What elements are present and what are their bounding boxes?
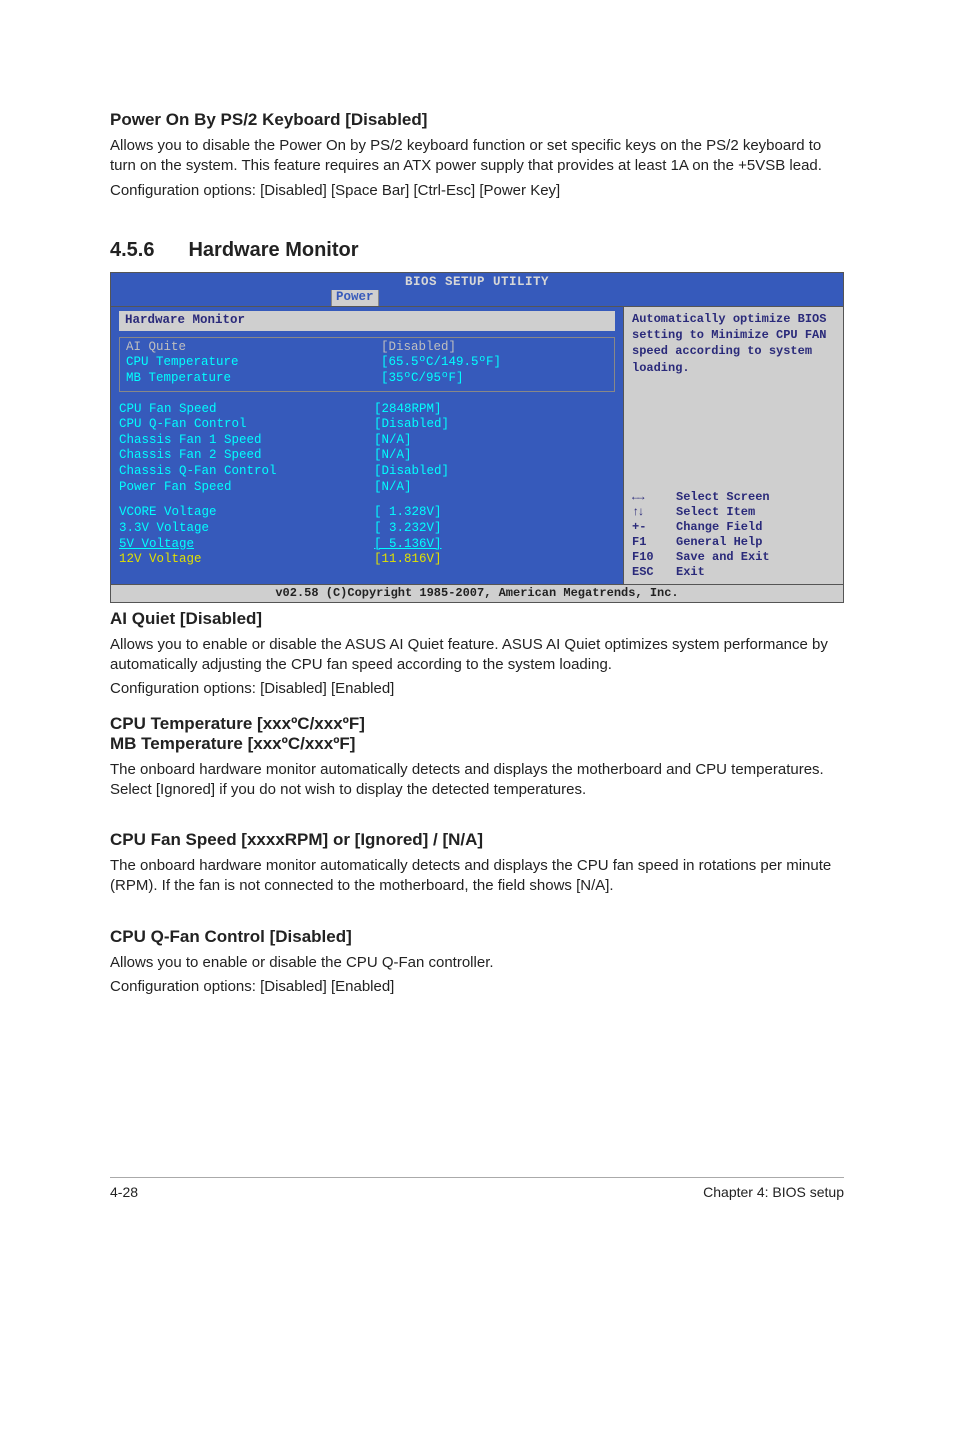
key-left-right-icon: ←→ bbox=[632, 490, 676, 505]
nav-text: Change Field bbox=[676, 520, 762, 535]
selected-options-box: AI Quite[Disabled] CPU Temperature[65.5º… bbox=[119, 337, 615, 392]
section-heading: CPU Fan Speed [xxxxRPM] or [Ignored] / [… bbox=[110, 830, 844, 850]
help-text: Automatically optimize BIOS setting to M… bbox=[632, 311, 835, 376]
opt-value[interactable]: [Disabled] bbox=[374, 417, 449, 433]
opt-value[interactable]: [N/A] bbox=[374, 480, 412, 496]
body-text: The onboard hardware monitor automatical… bbox=[110, 760, 844, 801]
numbered-heading: 4.5.6 Hardware Monitor bbox=[110, 239, 844, 262]
opt-label[interactable]: Chassis Fan 2 Speed bbox=[119, 448, 374, 464]
nav-hints: ←→Select Screen ↑↓Select Item +-Change F… bbox=[632, 490, 835, 580]
body-text: The onboard hardware monitor automatical… bbox=[110, 856, 844, 897]
opt-label[interactable]: MB Temperature bbox=[126, 371, 381, 387]
key-f10: F10 bbox=[632, 550, 676, 565]
nav-text: Exit bbox=[676, 565, 705, 580]
opt-label[interactable]: Chassis Q-Fan Control bbox=[119, 464, 374, 480]
body-text: Configuration options: [Disabled] [Enabl… bbox=[110, 977, 844, 997]
opt-value[interactable]: [N/A] bbox=[374, 448, 412, 464]
section-heading: CPU Q-Fan Control [Disabled] bbox=[110, 927, 844, 947]
section-heading: Power On By PS/2 Keyboard [Disabled] bbox=[110, 110, 844, 130]
opt-value[interactable]: [11.816V] bbox=[374, 552, 442, 568]
body-text: Configuration options: [Disabled] [Enabl… bbox=[110, 679, 844, 699]
section-heading: MB Temperature [xxxºC/xxxºF] bbox=[110, 734, 844, 754]
opt-label[interactable]: 5V Voltage bbox=[119, 537, 374, 553]
page-number: 4-28 bbox=[110, 1184, 138, 1200]
section-heading: AI Quiet [Disabled] bbox=[110, 609, 844, 629]
opt-value[interactable]: [2848RPM] bbox=[374, 402, 442, 418]
nav-text: Select Item bbox=[676, 505, 755, 520]
key-esc: ESC bbox=[632, 565, 676, 580]
opt-value[interactable]: [ 1.328V] bbox=[374, 505, 442, 521]
tab-power[interactable]: Power bbox=[331, 290, 379, 306]
body-text: Configuration options: [Disabled] [Space… bbox=[110, 181, 844, 201]
opt-label[interactable]: CPU Q-Fan Control bbox=[119, 417, 374, 433]
opt-label[interactable]: CPU Fan Speed bbox=[119, 402, 374, 418]
opt-label[interactable]: Power Fan Speed bbox=[119, 480, 374, 496]
opt-value[interactable]: [ 3.232V] bbox=[374, 521, 442, 537]
opt-label[interactable]: Chassis Fan 1 Speed bbox=[119, 433, 374, 449]
body-text: Allows you to disable the Power On by PS… bbox=[110, 136, 844, 177]
page-footer: 4-28 Chapter 4: BIOS setup bbox=[110, 1177, 844, 1200]
opt-label[interactable]: AI Quite bbox=[126, 340, 381, 356]
opt-value[interactable]: [35ºC/95ºF] bbox=[381, 371, 464, 387]
body-text: Allows you to enable or disable the CPU … bbox=[110, 953, 844, 973]
nav-text: General Help bbox=[676, 535, 762, 550]
key-plus-minus-icon: +- bbox=[632, 520, 676, 535]
bios-title: BIOS SETUP UTILITY bbox=[111, 273, 843, 291]
opt-value[interactable]: [65.5ºC/149.5ºF] bbox=[381, 355, 501, 371]
opt-value[interactable]: [ 5.136V] bbox=[374, 537, 442, 553]
body-text: Allows you to enable or disable the ASUS… bbox=[110, 635, 844, 676]
nav-text: Select Screen bbox=[676, 490, 770, 505]
opt-value[interactable]: [Disabled] bbox=[374, 464, 449, 480]
key-f1: F1 bbox=[632, 535, 676, 550]
opt-label[interactable]: VCORE Voltage bbox=[119, 505, 374, 521]
chapter-label: Chapter 4: BIOS setup bbox=[703, 1184, 844, 1200]
bios-footer: v02.58 (C)Copyright 1985-2007, American … bbox=[110, 585, 844, 603]
opt-label[interactable]: 12V Voltage bbox=[119, 552, 374, 568]
nav-text: Save and Exit bbox=[676, 550, 770, 565]
heading-number: 4.5.6 bbox=[110, 239, 154, 262]
section-heading: CPU Temperature [xxxºC/xxxºF] bbox=[110, 714, 844, 734]
key-up-down-icon: ↑↓ bbox=[632, 505, 676, 520]
opt-label[interactable]: CPU Temperature bbox=[126, 355, 381, 371]
opt-value[interactable]: [N/A] bbox=[374, 433, 412, 449]
bios-setup-utility: BIOS SETUP UTILITY Power Hardware Monito… bbox=[110, 272, 844, 603]
panel-title: Hardware Monitor bbox=[119, 311, 615, 331]
opt-value[interactable]: [Disabled] bbox=[381, 340, 456, 356]
heading-title: Hardware Monitor bbox=[188, 239, 358, 262]
opt-label[interactable]: 3.3V Voltage bbox=[119, 521, 374, 537]
